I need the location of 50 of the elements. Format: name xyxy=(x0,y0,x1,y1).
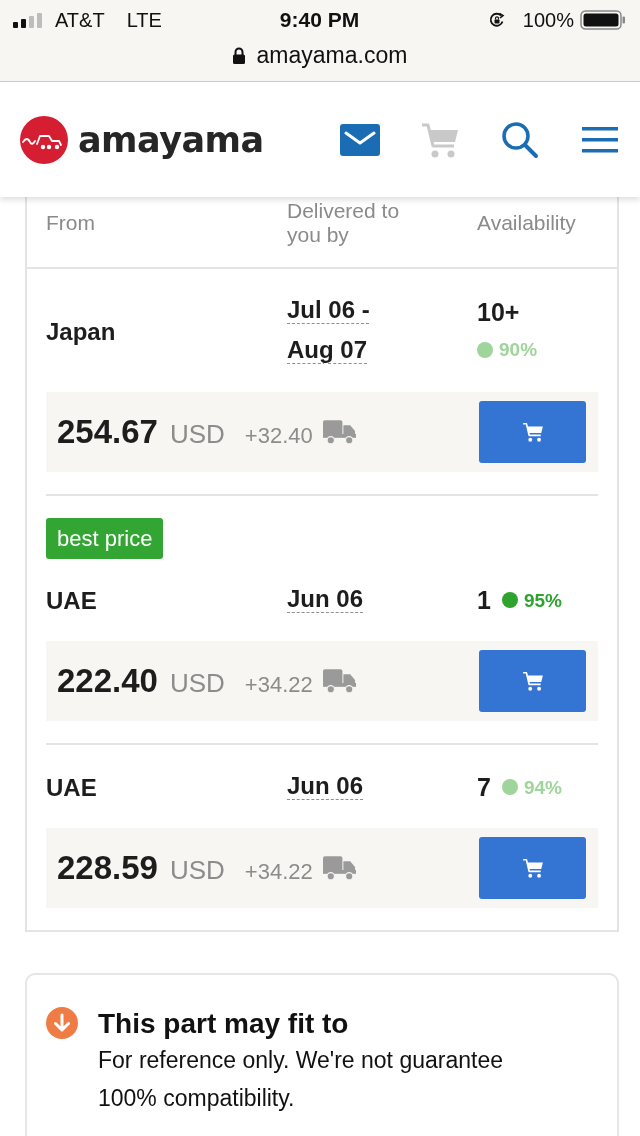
logo-icon[interactable] xyxy=(20,115,68,164)
column-header: Delivered to you by xyxy=(287,199,401,247)
shipping-cost: +32.40 xyxy=(244,423,313,449)
delivery-date: Jun 06 xyxy=(287,585,364,612)
truck-icon xyxy=(322,668,356,694)
network-type: LTE xyxy=(126,8,162,32)
cart-icon xyxy=(521,857,544,879)
cart-icon xyxy=(521,421,544,443)
price-badge: best price xyxy=(46,518,164,559)
notice-text: For reference only. We're not guarantee 100% compatibility. xyxy=(98,1046,504,1113)
notice-title: This part may fit to xyxy=(98,1007,350,1041)
add-to-cart-button[interactable] xyxy=(479,650,586,712)
column-header: From xyxy=(46,211,96,235)
currency: USD xyxy=(169,419,225,450)
delivery-date: Jul 06 - Aug 07 xyxy=(287,296,370,363)
stock-count: 10+ xyxy=(477,297,520,328)
currency: USD xyxy=(169,855,225,886)
battery-percent: 100% xyxy=(522,8,574,32)
logo-text[interactable]: amayama xyxy=(78,119,264,160)
search-icon[interactable] xyxy=(501,120,539,159)
price-amount: 254.67 xyxy=(57,413,158,451)
price-amount: 228.59 xyxy=(57,849,158,887)
shipping-cost: +34.22 xyxy=(244,672,313,698)
truck-icon xyxy=(322,419,356,445)
currency: USD xyxy=(169,668,225,699)
rotation-lock-icon xyxy=(488,12,505,28)
status-time: 9:40 PM xyxy=(279,8,360,32)
origin-country: UAE xyxy=(46,772,98,803)
reliability-percent: 90% xyxy=(499,338,538,362)
add-to-cart-button[interactable] xyxy=(479,837,586,899)
origin-country: Japan xyxy=(46,316,117,347)
add-to-cart-button[interactable] xyxy=(479,401,586,463)
menu-icon[interactable] xyxy=(582,126,618,153)
lock-icon xyxy=(232,46,245,64)
mail-icon[interactable] xyxy=(340,123,380,156)
cart-icon xyxy=(521,670,544,692)
site-url[interactable]: amayama.com xyxy=(256,41,408,69)
origin-country: UAE xyxy=(46,585,98,616)
price-amount: 222.40 xyxy=(57,662,158,700)
shipping-cost: +34.22 xyxy=(244,859,313,885)
reliability-percent: 94% xyxy=(523,775,562,800)
carrier-name: AT&T xyxy=(55,8,105,32)
stock-count: 7 xyxy=(477,771,491,803)
reliability-percent: 95% xyxy=(523,588,562,613)
delivery-date: Jun 06 xyxy=(287,772,364,799)
signal-icon xyxy=(13,12,45,28)
stock-count: 1 xyxy=(477,584,491,616)
battery-icon xyxy=(580,10,626,30)
column-header: Availability xyxy=(477,211,577,235)
truck-icon xyxy=(322,855,356,881)
